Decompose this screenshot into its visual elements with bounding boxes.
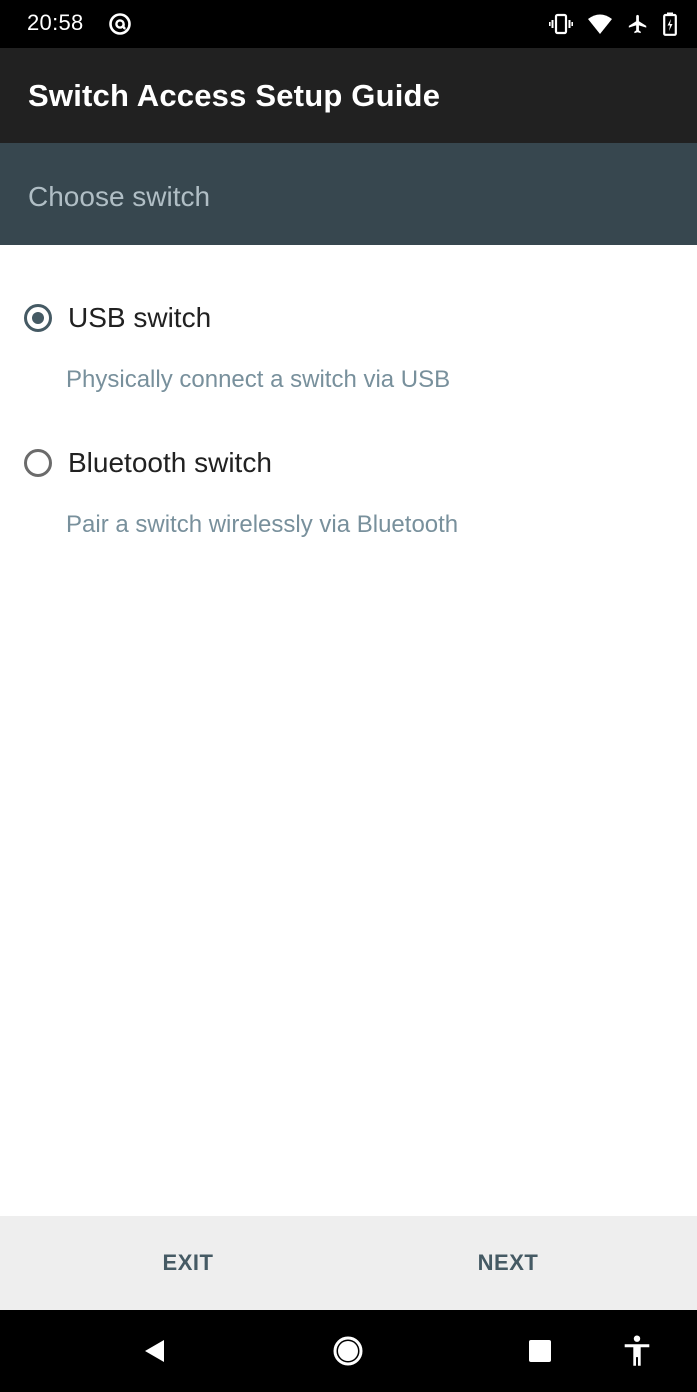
back-icon[interactable] bbox=[134, 1331, 174, 1371]
navigation-bar bbox=[0, 1310, 697, 1392]
option-label: Bluetooth switch bbox=[68, 447, 272, 478]
app-title: Switch Access Setup Guide bbox=[28, 78, 441, 113]
status-time: 20:58 bbox=[27, 10, 84, 35]
bottom-action-bar: EXIT NEXT bbox=[0, 1216, 697, 1310]
at-sign-icon bbox=[108, 12, 132, 36]
home-icon[interactable] bbox=[328, 1331, 368, 1371]
option-description: Pair a switch wirelessly via Bluetooth bbox=[66, 511, 459, 538]
option-description: Physically connect a switch via USB bbox=[66, 366, 451, 393]
status-bar: 20:58 bbox=[0, 0, 697, 48]
radio-button-checked[interactable] bbox=[24, 304, 52, 332]
app-bar: Switch Access Setup Guide bbox=[0, 48, 697, 143]
sub-header-title: Choose switch bbox=[28, 181, 211, 212]
status-icons bbox=[549, 11, 677, 37]
option-label: USB switch bbox=[68, 302, 212, 333]
battery-icon bbox=[663, 12, 677, 36]
exit-button[interactable]: EXIT bbox=[88, 1216, 288, 1310]
radio-button-unchecked[interactable] bbox=[24, 449, 52, 477]
sub-header: Choose switch bbox=[0, 143, 697, 245]
wifi-icon bbox=[587, 13, 613, 35]
next-button[interactable]: NEXT bbox=[408, 1216, 608, 1310]
option-bluetooth-switch[interactable]: Bluetooth switch Pair a switch wirelessl… bbox=[0, 425, 697, 555]
airplane-icon bbox=[627, 13, 649, 35]
radio-dot bbox=[32, 312, 44, 324]
recents-icon[interactable] bbox=[520, 1331, 560, 1371]
vibrate-icon bbox=[549, 13, 573, 35]
screen: 20:58 Switch Access Setup Guide Choose s… bbox=[0, 0, 697, 1392]
accessibility-icon[interactable] bbox=[617, 1331, 657, 1371]
option-usb-switch[interactable]: USB switch Physically connect a switch v… bbox=[0, 280, 697, 410]
